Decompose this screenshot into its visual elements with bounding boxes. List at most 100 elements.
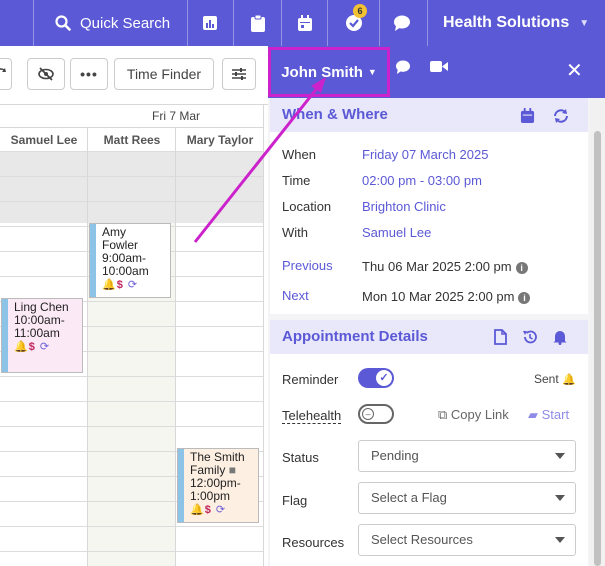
appointment-name-line: Family <box>190 463 226 477</box>
next-value: Mon 10 Mar 2025 2:00 pm <box>362 289 515 304</box>
appointment-time: 1:00pm <box>190 489 231 503</box>
start-label: Start <box>541 407 570 422</box>
unavailable-block <box>0 151 264 223</box>
hide-button[interactable] <box>27 58 65 90</box>
bell-icon: 🔔 <box>190 504 205 516</box>
chevron-down-icon: ▼ <box>579 17 590 29</box>
ellipsis-icon: ••• <box>80 66 98 82</box>
grid-line <box>0 526 264 527</box>
reminder-label: Reminder <box>282 372 339 387</box>
checkmark-icon: ✓ <box>376 370 392 386</box>
column-header-samuel-lee: Samuel Lee <box>0 127 88 151</box>
panel-scrollbar-thumb[interactable] <box>594 131 601 566</box>
document-icon[interactable] <box>494 329 507 345</box>
flag-label: Flag <box>282 493 308 508</box>
reminder-toggle[interactable]: ✓ <box>358 368 394 388</box>
quick-search-label: Quick Search <box>80 14 171 32</box>
calendar-button[interactable] <box>284 0 326 46</box>
column-header-mary-taylor: Mary Taylor <box>176 127 264 151</box>
appointment-details-card: Appointment Details Reminder ✓ Sent 🔔 Te… <box>270 320 588 566</box>
resources-label: Resources <box>282 535 345 550</box>
more-options-button[interactable]: ••• <box>70 58 108 90</box>
messages-button[interactable] <box>381 0 423 46</box>
search-icon <box>55 15 71 31</box>
when-value[interactable]: Friday 07 March 2025 <box>362 147 488 162</box>
video-camera-icon <box>430 61 448 72</box>
dollar-icon: $ <box>204 504 212 516</box>
appointment-amy-fowler[interactable]: Amy Fowler 9:00am- 10:00am 🔔$ ⟳ <box>89 223 171 298</box>
appointment-details-title: Appointment Details <box>282 328 428 345</box>
start-telehealth-button[interactable]: ▰ Start <box>528 407 569 423</box>
time-finder-label: Time Finder <box>126 66 202 82</box>
minus-icon: – <box>362 408 374 420</box>
reminder-status-text: Sent <box>534 372 559 386</box>
filter-button[interactable] <box>222 58 256 90</box>
appointment-ling-chen[interactable]: Ling Chen 10:00am- 11:00am 🔔$ ⟳ <box>1 298 83 373</box>
dollar-icon: $ <box>116 279 124 291</box>
chat-button[interactable] <box>395 60 411 79</box>
appointment-smith-family[interactable]: The Smith Family ■ 12:00pm- 1:00pm 🔔$ ⟳ <box>177 448 259 523</box>
chevron-down-icon: ▼ <box>367 67 377 77</box>
grid-line <box>0 426 264 427</box>
calendar-icon[interactable] <box>520 108 535 124</box>
copy-icon: ⧉ <box>438 407 448 422</box>
chevron-down-icon <box>555 453 565 459</box>
info-icon[interactable]: i <box>515 261 528 274</box>
with-value[interactable]: Samuel Lee <box>362 225 431 240</box>
chat-bubble-icon <box>396 60 410 74</box>
video-camera-icon: ▰ <box>528 407 538 422</box>
recurring-icon: ⟳ <box>215 504 227 516</box>
divider <box>233 0 234 46</box>
grid-line <box>0 401 264 402</box>
copy-link-button[interactable]: ⧉ Copy Link <box>438 407 509 423</box>
organization-menu[interactable]: Health Solutions ▼ <box>430 0 605 46</box>
history-icon[interactable] <box>522 329 538 345</box>
video-call-button[interactable] <box>430 60 448 78</box>
previous-value: Thu 06 Mar 2025 2:00 pm <box>362 259 512 274</box>
organization-name: Health Solutions <box>443 14 570 31</box>
dollar-icon: $ <box>28 341 36 353</box>
grid-line <box>0 201 264 202</box>
reports-button[interactable] <box>189 0 231 46</box>
previous-link[interactable]: Previous <box>282 258 333 273</box>
close-icon[interactable]: ✕ <box>566 58 583 83</box>
column-header-matt-rees: Matt Rees <box>88 127 176 151</box>
refresh-button[interactable] <box>0 58 12 90</box>
telehealth-toggle[interactable]: – <box>358 404 394 424</box>
flag-select[interactable]: Select a Flag <box>358 482 576 514</box>
video-icon: ■ <box>228 463 236 477</box>
calendar-toolbar: ••• Time Finder <box>0 46 268 104</box>
time-value[interactable]: 02:00 pm - 03:00 pm <box>362 173 482 188</box>
bell-icon[interactable] <box>553 329 567 345</box>
location-value[interactable]: Brighton Clinic <box>362 199 446 214</box>
time-finder-button[interactable]: Time Finder <box>114 58 214 90</box>
telehealth-label[interactable]: Telehealth <box>282 408 342 424</box>
bell-icon: 🔔 <box>562 374 576 386</box>
status-value: Pending <box>371 448 419 463</box>
previous-appointment: Thu 06 Mar 2025 2:00 pm i <box>362 259 528 274</box>
appointment-color-bar <box>178 449 184 522</box>
appointment-time: 10:00am <box>102 264 149 278</box>
clipboard-button[interactable] <box>237 0 279 46</box>
patient-name-dropdown[interactable]: John Smith ▼ <box>268 47 390 97</box>
bar-chart-icon <box>203 16 217 30</box>
info-icon[interactable]: i <box>518 291 531 304</box>
next-appointment: Mon 10 Mar 2025 2:00 pm i <box>362 289 531 304</box>
reminder-status: Sent 🔔 <box>534 372 576 386</box>
quick-search-button[interactable]: Quick Search <box>33 0 183 46</box>
day-header: Fri 7 Mar <box>152 109 200 123</box>
column-divider <box>87 127 88 566</box>
refresh-icon <box>0 68 6 72</box>
next-link[interactable]: Next <box>282 288 309 303</box>
chevron-down-icon <box>555 537 565 543</box>
refresh-icon[interactable] <box>553 108 569 124</box>
divider <box>427 0 428 46</box>
clipboard-icon <box>251 14 265 32</box>
status-select[interactable]: Pending <box>358 440 576 472</box>
divider <box>327 0 328 46</box>
status-label: Status <box>282 450 319 465</box>
resources-select[interactable]: Select Resources <box>358 524 576 556</box>
when-label: When <box>282 147 316 162</box>
time-label: Time <box>282 173 311 188</box>
chevron-down-icon <box>555 495 565 501</box>
